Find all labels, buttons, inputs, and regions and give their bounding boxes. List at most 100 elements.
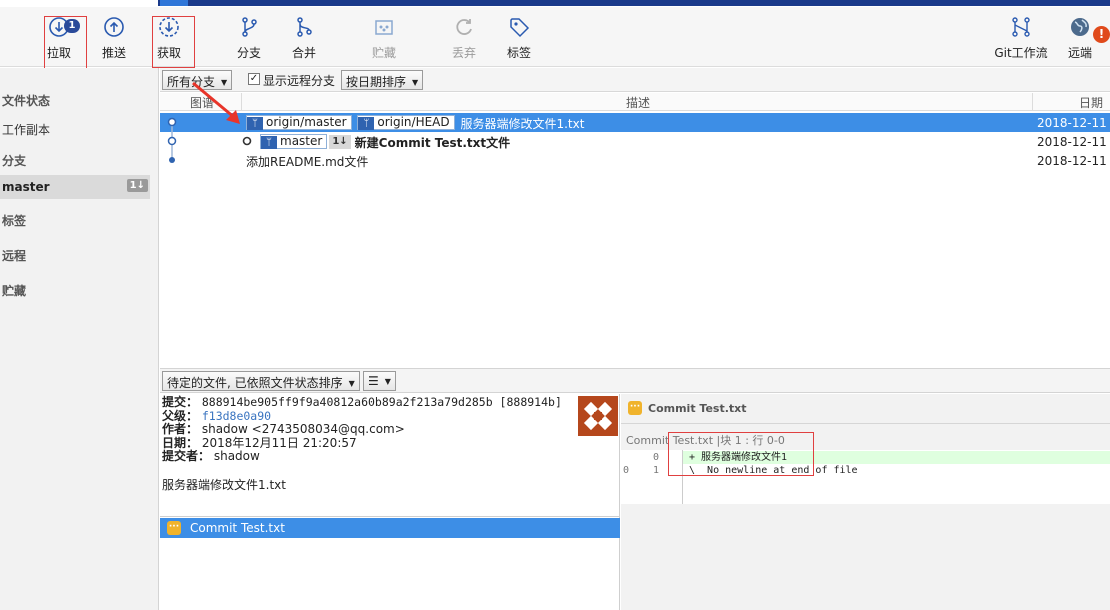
gitflow-button[interactable]: Git工作流: [990, 7, 1052, 67]
modified-file-icon: ···: [628, 401, 642, 415]
chevron-down-icon: ▼: [348, 379, 355, 388]
column-divider[interactable]: [1032, 93, 1033, 111]
diff-panel: ··· Commit Test.txt Commit Test.txt |块 1…: [621, 394, 1110, 610]
title-strip: [0, 0, 1110, 7]
author-label: 作者：: [162, 422, 199, 436]
commit-description: 添加README.md文件: [246, 153, 368, 170]
pending-files-dropdown[interactable]: 待定的文件, 已依照文件状态排序 ▼: [162, 371, 360, 391]
changed-file-item[interactable]: ··· Commit Test.txt: [160, 518, 620, 538]
sidebar-section-tags[interactable]: 标签: [2, 212, 26, 229]
filter-bar: 所有分支 ▼ ✓ 显示远程分支 按日期排序 ▼: [160, 68, 1110, 92]
committer-value: shadow: [213, 449, 260, 463]
commit-details-panel: 提交： 888914be905ff9f9a40812a60b89a2f213a7…: [160, 394, 620, 610]
sort-dropdown[interactable]: 按日期排序 ▼: [341, 70, 424, 90]
gitflow-icon: [1012, 17, 1030, 37]
commit-description: ᛘ master 1↓ 新建Commit Test.txt文件: [260, 134, 510, 151]
divider: [160, 516, 620, 517]
ref-name: master: [280, 134, 323, 148]
list-icon: ☰: [368, 374, 379, 388]
sidebar-section-stashes[interactable]: 贮藏: [2, 282, 26, 299]
chevron-down-icon: ▼: [412, 78, 419, 87]
discard-label: 丢弃: [451, 46, 476, 60]
push-icon: [104, 17, 124, 37]
new-line-number: 0: [653, 452, 660, 463]
sidebar-section-branches[interactable]: 分支: [2, 152, 26, 169]
remote-label: 远端: [1067, 46, 1092, 60]
branch-name: master: [2, 180, 50, 194]
chevron-down-icon: ▼: [384, 377, 391, 386]
parent-hash-link[interactable]: f13d8e0a90: [202, 409, 271, 423]
commit-date: 2018-12-11 1: [1037, 135, 1110, 149]
fetch-highlight-box: [152, 16, 195, 68]
discard-button[interactable]: 丢弃: [436, 7, 492, 67]
merge-icon: [297, 17, 312, 37]
commit-message-body: 服务器端修改文件1.txt: [162, 478, 286, 492]
stash-button[interactable]: 贮藏: [356, 7, 412, 67]
commit-message: 添加README.md文件: [246, 155, 369, 169]
branch-button[interactable]: 分支: [221, 7, 277, 67]
commit-message: 新建Commit Test.txt文件: [354, 136, 511, 150]
active-tab[interactable]: [160, 0, 188, 6]
sidebar-item-working-copy[interactable]: 工作副本: [2, 121, 50, 138]
column-description[interactable]: 描述: [626, 94, 650, 111]
diff-file-name: Commit Test.txt: [648, 402, 747, 415]
old-line-number: 0: [623, 465, 630, 476]
pull-highlight-box: [44, 16, 87, 74]
branch-icon: ᛘ: [358, 117, 375, 130]
commit-date: 2018-12-11 1: [1037, 154, 1110, 168]
new-line-number: 1: [653, 465, 660, 476]
branch-icon: [242, 17, 257, 37]
diff-highlight-box: [668, 432, 814, 476]
push-button[interactable]: 推送: [86, 7, 142, 67]
commit-table-header: 图谱 描述 日期: [160, 93, 1110, 111]
behind-count-badge: 1↓: [329, 135, 351, 149]
view-mode-dropdown[interactable]: ☰ ▼: [363, 371, 396, 391]
sidebar: 文件状态 工作副本 分支 master 1↓ 标签 远程 贮藏: [0, 68, 159, 610]
gitflow-label: Git工作流: [994, 46, 1048, 60]
branch-label: 分支: [236, 46, 261, 60]
ref-name: origin/HEAD: [377, 115, 450, 129]
branch-icon: ᛘ: [247, 117, 263, 130]
diff-header: ··· Commit Test.txt: [621, 394, 1110, 424]
commit-info: 提交： 888914be905ff9f9a40812a60b89a2f213a7…: [162, 395, 562, 464]
merge-label: 合并: [291, 46, 316, 60]
commit-label: 提交：: [162, 395, 199, 409]
commit-description: ᛘ origin/master ᛘ origin/HEAD 服务器端修改文件1.tx…: [246, 115, 584, 132]
modified-file-icon: ···: [167, 521, 181, 535]
column-date[interactable]: 日期: [1079, 94, 1103, 111]
stash-label: 贮藏: [371, 46, 396, 60]
stash-icon: [375, 20, 393, 35]
push-label: 推送: [101, 46, 126, 60]
commit-row[interactable]: 添加README.md文件 2018-12-11 1: [160, 151, 1110, 170]
globe-icon: [1071, 18, 1089, 36]
behind-count-badge: 1↓: [126, 179, 148, 192]
commit-row[interactable]: ᛘ master 1↓ 新建Commit Test.txt文件 2018-12-11 …: [160, 132, 1110, 151]
date-value: 2018年12月11日 21:20:57: [201, 435, 357, 450]
changed-file-name: Commit Test.txt: [190, 521, 285, 535]
file-view-bar: 待定的文件, 已依照文件状态排序 ▼ ☰ ▼: [160, 368, 1110, 393]
ref-tag: ᛘ master: [260, 134, 328, 149]
committer-label: 提交者：: [162, 449, 211, 463]
commit-hash: 888914be905ff9f9a40812a60b89a2f213a79d28…: [201, 395, 562, 409]
ref-name: origin/master: [266, 115, 347, 129]
annotation-arrow: [192, 81, 240, 124]
date-label: 日期：: [162, 435, 199, 450]
merge-button[interactable]: 合并: [276, 7, 332, 67]
sidebar-section-remotes[interactable]: 远程: [2, 247, 26, 264]
show-remote-checkbox[interactable]: ✓: [248, 73, 260, 85]
tag-button[interactable]: 标签: [491, 7, 547, 67]
pending-files-value: 待定的文件, 已依照文件状态排序: [167, 376, 343, 390]
avatar: [578, 396, 618, 436]
author-value: shadow <2743508034@qq.com>: [201, 422, 405, 436]
tag-icon: [510, 18, 530, 38]
tag-label: 标签: [506, 46, 531, 60]
commit-row[interactable]: ᛘ origin/master ᛘ origin/HEAD 服务器端修改文件1.tx…: [160, 113, 1110, 132]
parent-label: 父级：: [162, 408, 199, 423]
sidebar-item-master[interactable]: master 1↓: [0, 175, 150, 199]
remote-warning-badge: !: [1093, 26, 1110, 43]
tab-bar: [158, 0, 1110, 6]
show-remote-label: 显示远程分支: [263, 74, 336, 88]
commit-message: 服务器端修改文件1.txt: [460, 117, 585, 131]
discard-icon: [456, 19, 472, 35]
sidebar-section-file-status[interactable]: 文件状态: [2, 92, 50, 109]
